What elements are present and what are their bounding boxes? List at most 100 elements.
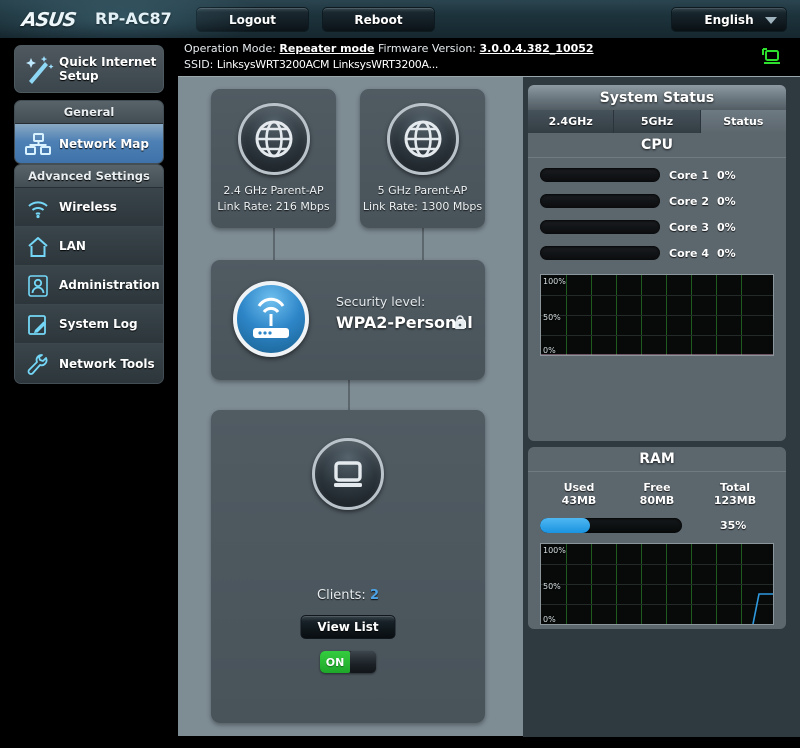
firmware-version-link[interactable]: 3.0.0.4.382_10052 [480,42,594,55]
cpu-usage-graph: 100% 50% 0% [540,274,774,356]
chevron-down-icon [765,17,777,24]
core-2-label: Core 2 [669,194,709,208]
core-3-percent: 0% [717,220,736,234]
globe-glyph [255,120,292,158]
ram-usage-percent: 35% [720,518,747,532]
sidebar-item-wireless[interactable]: Wireless [15,188,163,227]
sidebar-item-network-tools[interactable]: Network Tools [15,344,163,383]
clients-toggle[interactable]: ON [320,651,376,673]
tab-status[interactable]: Status [700,110,786,133]
sidebar-item-administration-label: Administration [59,278,160,292]
globe-glyph [404,120,441,158]
core-1-bar [540,168,660,182]
wifi-icon [28,201,48,219]
sidebar-item-system-log-label: System Log [59,317,138,331]
parent-ap-24ghz-node[interactable]: 2.4 GHz Parent-AP Link Rate: 216 Mbps [211,89,336,228]
cpu-core-row: Core 2 0% [540,188,774,214]
connector-line-24ghz [273,228,275,261]
ram-free: Free 80MB [618,481,696,507]
ram-free-value: 80MB [639,494,675,507]
cpu-core-row: Core 3 0% [540,214,774,240]
sidebar-item-lan[interactable]: LAN [15,227,163,266]
sidebar-group-general: General Network Map [14,100,164,164]
parent-ap-5ghz-title: 5 GHz Parent-AP [377,184,468,197]
ram-used-value: 43MB [561,494,597,507]
sidebar-item-administration[interactable]: Administration [15,266,163,305]
sidebar-item-network-tools-label: Network Tools [59,356,155,371]
magic-wand-icon [26,56,54,84]
app-header: ASUS RP-AC87 Logout Reboot English [0,0,800,38]
core-2-bar [540,194,660,208]
sidebar-item-network-map[interactable]: Network Map [15,124,163,163]
main-content-panel: 2.4 GHz Parent-AP Link Rate: 216 Mbps 5 … [178,76,800,737]
clients-count-value: 2 [369,588,379,603]
network-map-area: 2.4 GHz Parent-AP Link Rate: 216 Mbps 5 … [178,77,523,737]
router-glyph [253,297,289,338]
view-list-button[interactable]: View List [300,615,396,639]
clients-toggle-knob [350,651,376,673]
ram-total: Total 123MB [696,481,774,507]
reboot-button[interactable]: Reboot [322,7,435,32]
logout-button[interactable]: Logout [196,7,309,32]
connector-line-router [348,380,350,411]
cpu-core-row: Core 1 0% [540,162,774,188]
ram-free-label: Free [643,481,671,494]
sidebar-item-system-log[interactable]: System Log [15,305,163,344]
operation-mode-link[interactable]: Repeater mode [279,42,374,55]
ram-total-value: 123MB [713,494,757,507]
ram-used-label: Used [563,481,595,494]
asus-logo: ASUS [20,9,78,31]
log-icon [28,315,46,335]
parent-ap-5ghz-node[interactable]: 5 GHz Parent-AP Link Rate: 1300 Mbps [360,89,485,228]
ssid-line: SSID: LinksysWRT3200ACM LinksysWRT3200A.… [184,58,438,71]
user-icon [28,275,48,297]
language-select[interactable]: English [671,7,787,32]
parent-ap-24ghz-linkrate: Link Rate: 216 Mbps [217,200,330,213]
sidebar-group-advanced: Advanced Settings Wireless LAN Administr… [14,164,164,384]
cpu-card: CPU Core 1 0% Core 2 0% Core 3 0% Core 4… [528,133,786,441]
clients-label: Clients: [317,588,366,603]
core-4-bar [540,246,660,260]
client-device-icon [312,438,384,510]
security-level-value: WPA2-Personal [336,313,473,332]
network-connected-icon [762,48,780,64]
ssid-label: SSID: [184,58,214,71]
firmware-label: Firmware Version: [377,42,477,55]
ram-total-label: Total [719,481,751,494]
cpu-core-row: Core 4 0% [540,240,774,266]
connector-line-5ghz [422,228,424,261]
ram-usage-bar [540,517,682,533]
router-security-node[interactable]: Security level: WPA2-Personal [211,260,485,380]
sidebar-item-network-map-label: Network Map [59,136,149,151]
clients-node: Clients: 2 View List ON [211,410,485,723]
network-map-icon [25,133,51,155]
parent-ap-5ghz-linkrate: Link Rate: 1300 Mbps [362,200,483,213]
sidebar-item-lan-label: LAN [59,239,86,253]
globe-icon [237,103,310,175]
clients-count-text: Clients: 2 [211,588,485,603]
quick-internet-setup-button[interactable]: Quick Internet Setup [14,45,164,93]
tab-5ghz[interactable]: 5GHz [614,110,701,133]
parent-ap-24ghz-title: 2.4 GHz Parent-AP [223,184,324,197]
sidebar: Quick Internet Setup General Network Map… [0,38,178,748]
info-strip: Operation Mode: Repeater mode Firmware V… [178,38,800,76]
sidebar-item-wireless-label: Wireless [59,200,117,214]
monitor-glyph [334,461,362,487]
ram-graph-line [752,593,773,624]
model-name: RP-AC87 [95,9,172,28]
cpu-title: CPU [528,133,786,158]
core-1-label: Core 1 [669,168,709,182]
ram-stats-row: Used 43MB Free 80MB Total 123MB [540,476,774,512]
globe-icon [386,103,459,175]
core-2-percent: 0% [717,194,736,208]
core-4-label: Core 4 [669,246,709,260]
lock-icon [455,315,465,329]
core-1-percent: 0% [717,168,736,182]
ram-title: RAM [528,447,786,472]
tab-24ghz[interactable]: 2.4GHz [528,110,615,133]
operation-mode-line: Operation Mode: Repeater mode Firmware V… [184,42,594,55]
router-admin-window: ASUS RP-AC87 Logout Reboot English Opera… [0,0,800,748]
ssid-value-secondary: LinksysWRT3200A... [332,58,439,71]
home-icon [28,237,48,257]
system-status-tabs: 2.4GHz 5GHz Status [528,110,786,133]
